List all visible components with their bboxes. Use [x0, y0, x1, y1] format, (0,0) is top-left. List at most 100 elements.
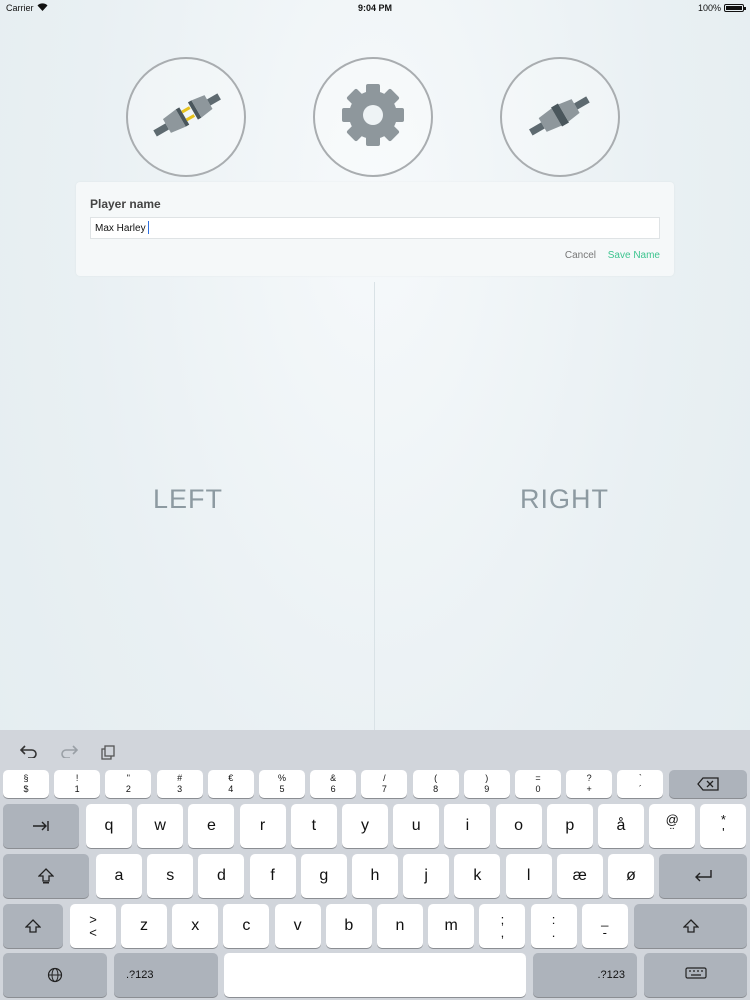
key-0[interactable]: § $ [3, 770, 49, 798]
shift-lock-key[interactable] [3, 854, 89, 898]
player-name-input[interactable] [90, 217, 660, 239]
key-label: .?123 [126, 969, 154, 981]
return-key[interactable] [659, 854, 747, 898]
key-label: i [465, 817, 470, 834]
key-12[interactable]: ` ´ [617, 770, 664, 798]
delete-key[interactable] [669, 770, 747, 798]
backspace-icon [697, 777, 719, 791]
key-l[interactable]: l [505, 854, 552, 898]
key-bottom-char: 7 [381, 784, 387, 794]
cancel-button[interactable]: Cancel [565, 250, 596, 261]
key-f[interactable]: f [249, 854, 296, 898]
key-bottom-char: $ [23, 784, 29, 794]
key-angle-brackets[interactable]: > < [70, 904, 116, 948]
key-2[interactable]: " 2 [105, 770, 152, 798]
connect-button[interactable] [126, 57, 246, 177]
key-r[interactable]: r [239, 804, 286, 848]
numbers-key-right[interactable]: .?123 [533, 953, 637, 997]
key-label: s [166, 867, 175, 884]
key-9[interactable]: ) 9 [463, 770, 510, 798]
key-3[interactable]: #3 [156, 770, 203, 798]
key-w[interactable]: w [137, 804, 184, 848]
shift-icon [25, 919, 41, 933]
key-n[interactable]: n [377, 904, 423, 948]
key-q[interactable]: q [86, 804, 132, 848]
key-t[interactable]: t [290, 804, 337, 848]
key-i[interactable]: i [444, 804, 491, 848]
key-v[interactable]: v [274, 904, 321, 948]
key-bottom-char: 6 [330, 784, 336, 794]
numbers-key-left[interactable]: .?123 [114, 953, 218, 997]
space-key[interactable] [224, 953, 526, 997]
key-extra-0[interactable]: @ ¨ [649, 804, 696, 848]
key-top-char: & [330, 773, 337, 783]
globe-key[interactable] [3, 953, 107, 997]
key-m[interactable]: m [428, 904, 475, 948]
shift-left-key[interactable] [3, 904, 63, 948]
tab-key[interactable] [3, 804, 79, 848]
key-label: c [242, 917, 251, 934]
key-top-char: ` [638, 773, 642, 783]
player-name-dialog: Player name Cancel Save Name [76, 182, 674, 276]
right-touch-area[interactable] [376, 282, 750, 730]
key-punct-2[interactable]: _ - [581, 904, 628, 948]
key-punct-0[interactable]: ;, [479, 904, 526, 948]
settings-button[interactable] [313, 57, 433, 177]
key-label: y [361, 817, 369, 834]
key-top-char: ( [434, 773, 438, 783]
key-6[interactable]: & 6 [310, 770, 357, 798]
undo-icon[interactable] [19, 744, 38, 763]
key-k[interactable]: k [454, 854, 501, 898]
key-1[interactable]: ! 1 [54, 770, 101, 798]
shift-right-key[interactable] [634, 904, 747, 948]
key-5[interactable]: % 5 [259, 770, 305, 798]
key-10[interactable]: = 0 [515, 770, 561, 798]
save-name-button[interactable]: Save Name [608, 250, 660, 261]
key-x[interactable]: x [172, 904, 219, 948]
key-y[interactable]: y [342, 804, 388, 848]
shift-icon [682, 919, 699, 933]
key-e[interactable]: e [188, 804, 235, 848]
key-c[interactable]: c [223, 904, 270, 948]
gear-icon [336, 78, 410, 157]
key-label: k [473, 867, 482, 884]
key-bottom-char: < [89, 925, 97, 940]
key-ø[interactable]: ø [608, 854, 654, 898]
key-h[interactable]: h [352, 854, 398, 898]
paste-icon[interactable] [100, 744, 116, 765]
key-o[interactable]: o [495, 804, 542, 848]
key-punct-1[interactable]: :. [530, 904, 577, 948]
key-z[interactable]: z [121, 904, 167, 948]
left-touch-area[interactable] [0, 282, 374, 730]
key-top-char: # [177, 773, 183, 783]
key-æ[interactable]: æ [556, 854, 603, 898]
key-label: m [444, 917, 458, 934]
text-cursor [148, 221, 149, 234]
disconnect-button[interactable] [500, 57, 620, 177]
key-d[interactable]: d [198, 854, 245, 898]
key-4[interactable]: €4 [207, 770, 254, 798]
key-s[interactable]: s [147, 854, 194, 898]
hide-keyboard-key[interactable] [644, 953, 747, 997]
key-g[interactable]: g [300, 854, 347, 898]
battery-icon [724, 4, 746, 12]
key-j[interactable]: j [403, 854, 450, 898]
key-7[interactable]: /7 [361, 770, 408, 798]
shift-icon [38, 868, 54, 884]
key-u[interactable]: u [393, 804, 440, 848]
key-b[interactable]: b [325, 904, 372, 948]
key-label: .?123 [597, 969, 625, 981]
key-8[interactable]: (8 [412, 770, 459, 798]
key-label: h [370, 867, 380, 884]
key-label: t [311, 817, 317, 834]
key-a[interactable]: a [96, 854, 142, 898]
key-å[interactable]: å [598, 804, 644, 848]
key-label: o [514, 817, 524, 834]
key-label: d [216, 867, 226, 884]
key-p[interactable]: p [546, 804, 593, 848]
key-label: å [616, 817, 626, 834]
tab-icon [33, 821, 49, 831]
redo-icon[interactable] [60, 744, 79, 763]
key-11[interactable]: ? + [566, 770, 613, 798]
key-extra-1[interactable]: * ' [700, 804, 747, 848]
